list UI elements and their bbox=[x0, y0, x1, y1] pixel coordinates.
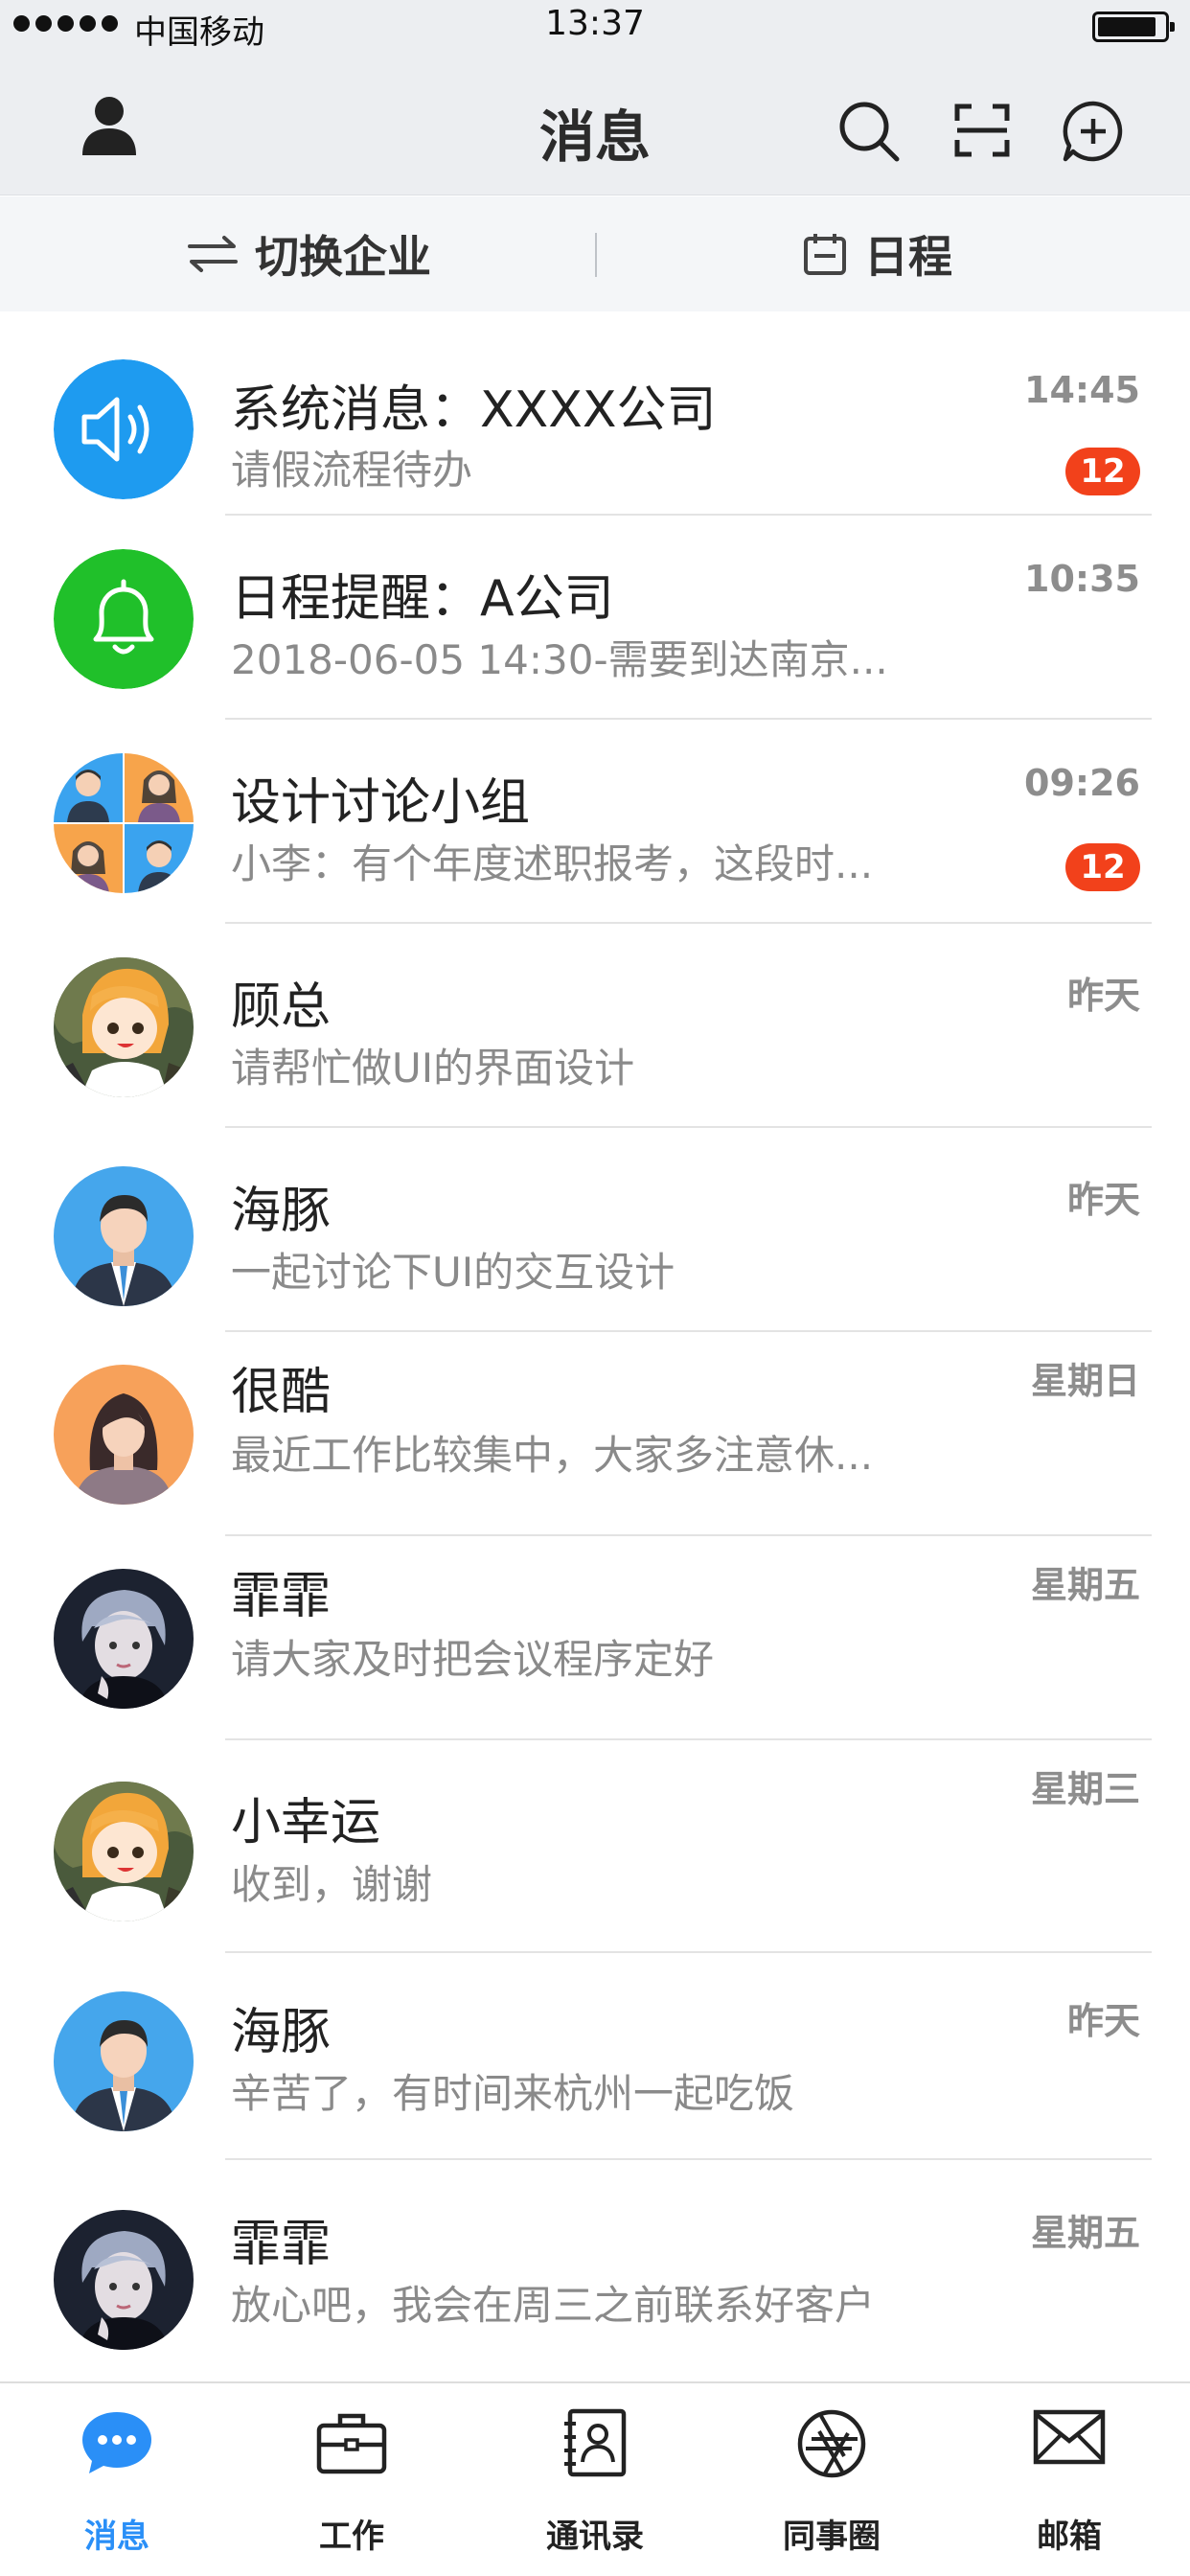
list-item[interactable]: 很酷 最近工作比较集中，大家多注意休... 星期日 bbox=[0, 1332, 1190, 1536]
conversation-name: 海豚 bbox=[231, 1183, 332, 1240]
tab-messages[interactable]: 消息 bbox=[21, 2383, 213, 2576]
portrait-avatar bbox=[54, 1569, 194, 1709]
message-time: 星期日 bbox=[1030, 1360, 1140, 1402]
message-time: 09:26 bbox=[1024, 762, 1140, 804]
conversation-name: 设计讨论小组 bbox=[231, 774, 531, 832]
bottom-tab-bar: 消息 工作 通讯录 同事圈 邮箱 bbox=[0, 2381, 1190, 2576]
search-icon[interactable] bbox=[837, 100, 901, 163]
message-time: 星期五 bbox=[1030, 2212, 1140, 2254]
status-bar: 中国移动 13:37 bbox=[0, 0, 1190, 56]
list-item[interactable]: 霏霏 请大家及时把会议程序定好 星期五 bbox=[0, 1536, 1190, 1740]
speaker-icon bbox=[54, 359, 194, 499]
portrait-avatar bbox=[54, 2210, 194, 2350]
schedule-label: 日程 bbox=[864, 231, 952, 283]
swap-arrows-icon bbox=[188, 236, 238, 272]
list-item[interactable]: 海豚 一起讨论下UI的交互设计 昨天 bbox=[0, 1128, 1190, 1332]
calendar-icon bbox=[804, 234, 846, 275]
conversation-name: 很酷 bbox=[231, 1364, 332, 1421]
status-time: 13:37 bbox=[545, 4, 645, 43]
tab-label: 工作 bbox=[319, 2518, 384, 2556]
message-preview: 最近工作比较集中，大家多注意休... bbox=[231, 1432, 874, 1479]
unread-badge: 12 bbox=[1065, 448, 1140, 495]
briefcase-icon bbox=[315, 2408, 388, 2481]
tab-contacts[interactable]: 通讯录 bbox=[499, 2383, 691, 2576]
woman-avatar bbox=[54, 1365, 194, 1505]
contacts-icon bbox=[562, 2408, 628, 2481]
anime-girl-avatar bbox=[54, 957, 194, 1097]
conversation-name: 顾总 bbox=[231, 978, 332, 1036]
message-time: 昨天 bbox=[1066, 2000, 1140, 2042]
conversation-name: 霏霏 bbox=[231, 1568, 332, 1625]
message-time: 星期三 bbox=[1030, 1768, 1140, 1810]
tab-label: 同事圈 bbox=[783, 2518, 881, 2556]
list-item[interactable]: 小幸运 收到，谢谢 星期三 bbox=[0, 1740, 1190, 1953]
message-preview: 2018-06-05 14:30-需要到达南京... bbox=[231, 636, 888, 683]
message-preview: 小李：有个年度述职报考，这段时... bbox=[231, 840, 874, 887]
chat-bubble-icon bbox=[80, 2408, 154, 2481]
group-avatar bbox=[54, 753, 194, 893]
message-list: 系统消息：XXXX公司 请假流程待办 14:45 12 日程提醒：A公司 201… bbox=[0, 311, 1190, 2352]
switch-company-label: 切换企业 bbox=[255, 231, 431, 283]
list-item[interactable]: 日程提醒：A公司 2018-06-05 14:30-需要到达南京... 10:3… bbox=[0, 516, 1190, 720]
unread-badge: 12 bbox=[1065, 843, 1140, 891]
page-title: 消息 bbox=[538, 104, 651, 170]
message-time: 星期五 bbox=[1030, 1564, 1140, 1606]
battery-icon bbox=[1092, 12, 1175, 42]
aperture-icon bbox=[796, 2408, 867, 2483]
message-preview: 放心吧，我会在周三之前联系好客户 bbox=[231, 2282, 876, 2329]
app-header: 消息 bbox=[0, 56, 1190, 196]
schedule-button[interactable]: 日程 bbox=[803, 196, 952, 311]
message-time: 14:45 bbox=[1024, 369, 1140, 411]
tab-mail[interactable]: 邮箱 bbox=[973, 2383, 1165, 2576]
tab-label: 通讯录 bbox=[546, 2518, 644, 2556]
tab-label: 消息 bbox=[84, 2518, 149, 2556]
conversation-name: 海豚 bbox=[231, 2004, 332, 2061]
conversation-name: 日程提醒：A公司 bbox=[231, 570, 614, 628]
conversation-name: 小幸运 bbox=[231, 1794, 381, 1852]
bell-icon bbox=[54, 549, 194, 689]
tab-label: 邮箱 bbox=[1037, 2518, 1102, 2556]
message-preview: 辛苦了，有时间来杭州一起吃饭 bbox=[231, 2070, 795, 2117]
list-item[interactable]: 海豚 辛苦了，有时间来杭州一起吃饭 昨天 bbox=[0, 1953, 1190, 2160]
message-preview: 请帮忙做UI的界面设计 bbox=[231, 1045, 635, 1092]
tab-colleagues[interactable]: 同事圈 bbox=[736, 2383, 927, 2576]
message-time: 10:35 bbox=[1024, 558, 1140, 600]
message-preview: 收到，谢谢 bbox=[231, 1861, 433, 1908]
list-item[interactable]: 霏霏 放心吧，我会在周三之前联系好客户 星期五 bbox=[0, 2160, 1190, 2352]
conversation-name: 系统消息：XXXX公司 bbox=[231, 381, 717, 439]
tab-work[interactable]: 工作 bbox=[256, 2383, 447, 2576]
list-item[interactable]: 设计讨论小组 小李：有个年度述职报考，这段时... 09:26 12 bbox=[0, 720, 1190, 924]
message-preview: 请假流程待办 bbox=[231, 447, 473, 494]
message-time: 昨天 bbox=[1066, 1179, 1140, 1221]
message-time: 昨天 bbox=[1066, 975, 1140, 1017]
scan-icon[interactable] bbox=[954, 104, 1010, 157]
man-avatar bbox=[54, 1991, 194, 2131]
conversation-name: 霏霏 bbox=[231, 2216, 332, 2273]
man-avatar bbox=[54, 1166, 194, 1306]
message-preview: 一起讨论下UI的交互设计 bbox=[231, 1249, 675, 1296]
list-item[interactable]: 顾总 请帮忙做UI的界面设计 昨天 bbox=[0, 924, 1190, 1128]
add-circle-icon[interactable] bbox=[1062, 100, 1125, 163]
message-preview: 请大家及时把会议程序定好 bbox=[231, 1636, 715, 1683]
mail-icon bbox=[1032, 2408, 1107, 2470]
anime-girl-avatar bbox=[54, 1782, 194, 1921]
list-item[interactable]: 系统消息：XXXX公司 请假流程待办 14:45 12 bbox=[0, 311, 1190, 516]
quick-actions-bar: 切换企业 日程 bbox=[0, 196, 1190, 311]
subbar-divider bbox=[595, 233, 597, 277]
switch-company-button[interactable]: 切换企业 bbox=[188, 196, 431, 311]
